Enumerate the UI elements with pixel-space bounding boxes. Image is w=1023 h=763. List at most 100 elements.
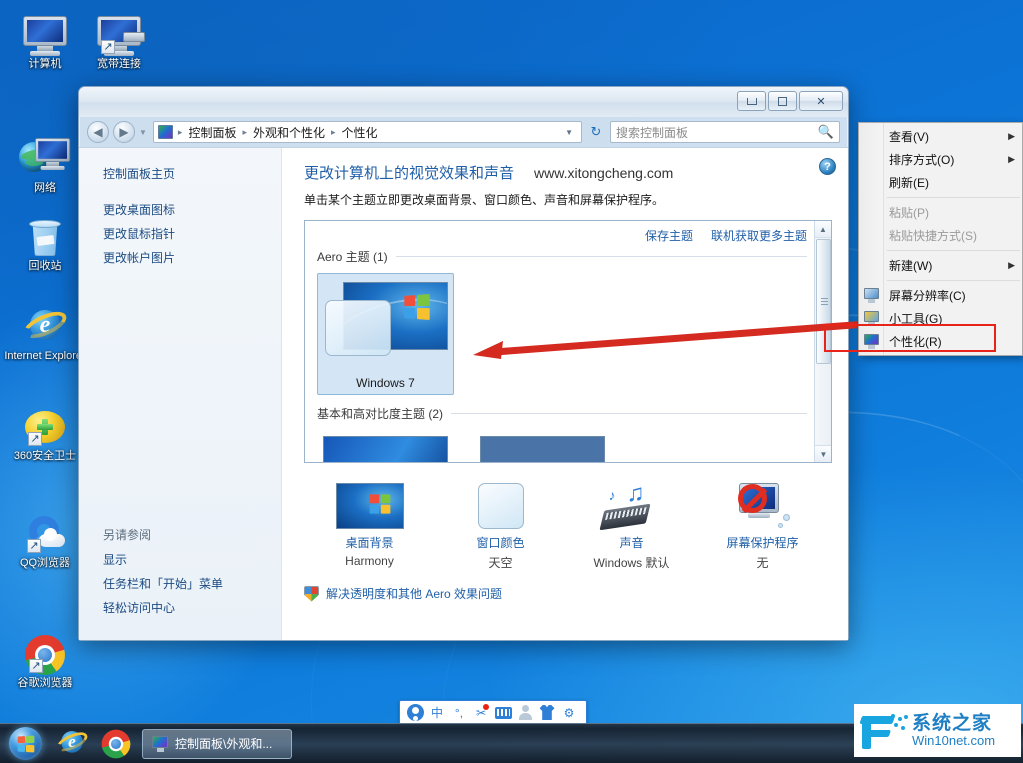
shirt-icon[interactable]	[537, 703, 557, 722]
desktop-icon-broadband[interactable]: ↗ 宽带连接	[80, 6, 158, 71]
menu-item-label: 查看(V)	[889, 130, 929, 144]
minimize-button[interactable]	[737, 91, 766, 111]
taskbar-item-control-panel[interactable]: 控制面板\外观和...	[142, 728, 292, 759]
window-controls: ✕	[737, 91, 843, 111]
desktop-context-menu[interactable]: 查看(V) ▶ 排序方式(O) ▶ 刷新(E) 粘贴(P) 粘贴快捷方式(S) …	[858, 122, 1023, 356]
person-icon[interactable]	[515, 703, 535, 722]
sidebar-item-change-desktop-icons[interactable]: 更改桌面图标	[79, 198, 281, 222]
context-menu-item-screen-resolution[interactable]: 屏幕分辨率(C)	[859, 284, 1022, 307]
theme-name: Windows 7	[356, 376, 415, 390]
qq-logo-icon[interactable]	[405, 703, 425, 722]
navigation-bar: ◀ ▶ ▼ ▸ 控制面板 ▸ 外观和个性化 ▸ 个性化 ▼ ↻ 搜索控制面板 🔍	[79, 117, 848, 147]
setting-window-color[interactable]: 窗口颜色 天空	[435, 477, 566, 571]
punctuation-icon[interactable]: °,	[449, 703, 469, 722]
theme-item-windows7[interactable]: Windows 7	[317, 273, 454, 395]
themes-scrollbar[interactable]: ▲ ▼	[814, 221, 831, 462]
setting-label[interactable]: 桌面背景	[304, 534, 435, 551]
scroll-down-icon[interactable]: ▼	[815, 445, 831, 462]
theme-thumbnail	[323, 280, 448, 372]
start-button[interactable]	[0, 725, 50, 763]
address-dropdown-icon[interactable]: ▼	[561, 128, 577, 137]
breadcrumb-item-2[interactable]: 外观和个性化	[252, 124, 326, 141]
submenu-chevron-icon: ▶	[1008, 154, 1015, 164]
recent-pages-chevron-icon[interactable]: ▼	[139, 128, 147, 137]
theme-thumbnail	[323, 436, 448, 462]
theme-group-header-aero: Aero 主题 (1)	[305, 244, 831, 265]
control-panel-window[interactable]: ✕ ◀ ▶ ▼ ▸ 控制面板 ▸ 外观和个性化 ▸ 个性化 ▼ ↻ 搜索控制面板…	[78, 86, 849, 641]
address-bar[interactable]: ▸ 控制面板 ▸ 外观和个性化 ▸ 个性化 ▼	[152, 121, 582, 143]
menu-item-label: 粘贴(P)	[889, 206, 929, 220]
scrollbar-thumb[interactable]	[816, 239, 831, 364]
scissors-icon[interactable]: ✂	[471, 703, 491, 722]
window-titlebar[interactable]: ✕	[79, 87, 848, 117]
submenu-chevron-icon: ▶	[1008, 131, 1015, 141]
internet-explorer-icon: e	[53, 728, 91, 758]
sidebar-item-change-mouse-pointers[interactable]: 更改鼠标指针	[79, 222, 281, 246]
theme-item-basic-2[interactable]	[474, 430, 611, 462]
sidebar-item-display[interactable]: 显示	[79, 548, 281, 572]
watermark-chinese-text: 系统之家	[912, 712, 993, 734]
ime-language-bar[interactable]: 中 °, ✂ ⚙	[399, 700, 587, 725]
gadgets-icon	[863, 310, 880, 327]
search-box[interactable]: 搜索控制面板 🔍	[610, 121, 840, 143]
desktop-icon-label: 宽带连接	[97, 58, 141, 70]
setting-screensaver[interactable]: 屏幕保护程序 无	[697, 477, 828, 571]
context-menu-item-paste: 粘贴(P)	[859, 201, 1022, 224]
menu-item-label: 小工具(G)	[889, 312, 943, 326]
breadcrumb-item-3[interactable]: 个性化	[341, 124, 379, 141]
search-icon[interactable]: 🔍	[818, 124, 834, 140]
theme-row: Windows 7	[305, 265, 831, 395]
refresh-button[interactable]: ↻	[586, 121, 606, 143]
context-menu-item-gadgets[interactable]: 小工具(G)	[859, 307, 1022, 330]
desktop-icon-recycle-bin[interactable]: 回收站	[6, 208, 84, 273]
save-theme-link[interactable]: 保存主题	[645, 227, 693, 244]
shortcut-arrow-icon: ↗	[28, 432, 42, 446]
chinese-mode-icon[interactable]: 中	[427, 703, 447, 722]
context-menu-item-sort-by[interactable]: 排序方式(O) ▶	[859, 148, 1022, 171]
setting-desktop-background[interactable]: 桌面背景 Harmony	[304, 477, 435, 571]
gear-icon[interactable]: ⚙	[559, 703, 579, 722]
setting-label[interactable]: 屏幕保护程序	[697, 534, 828, 551]
submenu-chevron-icon: ▶	[1008, 260, 1015, 270]
menu-item-label: 新建(W)	[889, 259, 933, 273]
soft-keyboard-icon[interactable]	[493, 703, 513, 722]
scroll-up-icon[interactable]: ▲	[815, 221, 831, 238]
context-menu-item-personalize[interactable]: 个性化(R)	[859, 330, 1022, 353]
context-menu-item-new[interactable]: 新建(W) ▶	[859, 254, 1022, 277]
desktop-icon-qq-browser[interactable]: ↗ QQ浏览器	[4, 505, 86, 570]
theme-item-basic-1[interactable]	[317, 430, 454, 462]
aero-link-label[interactable]: 解决透明度和其他 Aero 效果问题	[326, 585, 502, 602]
windows-flag-icon	[404, 293, 430, 321]
taskbar-internet-explorer[interactable]: e	[50, 725, 94, 763]
setting-sound[interactable]: ♪ ♫ 声音 Windows 默认	[566, 477, 697, 571]
shortcut-arrow-icon: ↗	[27, 539, 41, 553]
context-menu-item-view[interactable]: 查看(V) ▶	[859, 125, 1022, 148]
close-button[interactable]: ✕	[799, 91, 843, 111]
setting-label[interactable]: 窗口颜色	[435, 534, 566, 551]
menu-item-label: 屏幕分辨率(C)	[889, 289, 966, 303]
site-watermark-text: www.xitongcheng.com	[534, 165, 674, 181]
desktop-icon-chrome[interactable]: ↗ 谷歌浏览器	[4, 625, 86, 690]
breadcrumb-separator-icon: ▸	[177, 126, 183, 137]
aero-troubleshoot-link[interactable]: 解决透明度和其他 Aero 效果问题	[304, 585, 848, 602]
forward-button[interactable]: ▶	[113, 121, 135, 143]
desktop-icon-360-safeguard[interactable]: ↗ 360安全卫士	[4, 398, 86, 463]
context-menu-item-refresh[interactable]: 刷新(E)	[859, 171, 1022, 194]
breadcrumb-item-1[interactable]: 控制面板	[187, 124, 237, 141]
taskbar-chrome[interactable]	[94, 725, 138, 763]
sidebar-item-taskbar-start-menu[interactable]: 任务栏和「开始」菜单	[79, 572, 281, 596]
desktop-icon-computer[interactable]: 计算机	[6, 6, 84, 71]
get-more-themes-online-link[interactable]: 联机获取更多主题	[711, 227, 807, 244]
setting-label[interactable]: 声音	[566, 534, 697, 551]
sidebar-item-control-panel-home[interactable]: 控制面板主页	[79, 162, 281, 186]
help-icon[interactable]: ?	[819, 158, 836, 175]
desktop-icon-network[interactable]: 网络	[6, 130, 84, 195]
sidebar-item-ease-of-access[interactable]: 轻松访问中心	[79, 596, 281, 620]
desktop-icon-internet-explorer[interactable]: e Internet Explorer	[2, 298, 88, 363]
breadcrumb-separator-icon: ▸	[331, 126, 336, 137]
display-icon	[863, 287, 880, 304]
sidebar-item-change-account-picture[interactable]: 更改帐户图片	[79, 246, 281, 270]
back-button[interactable]: ◀	[87, 121, 109, 143]
themes-list[interactable]: 保存主题 联机获取更多主题 Aero 主题 (1) Windows 7 基本和高…	[304, 220, 832, 463]
maximize-button[interactable]	[768, 91, 797, 111]
